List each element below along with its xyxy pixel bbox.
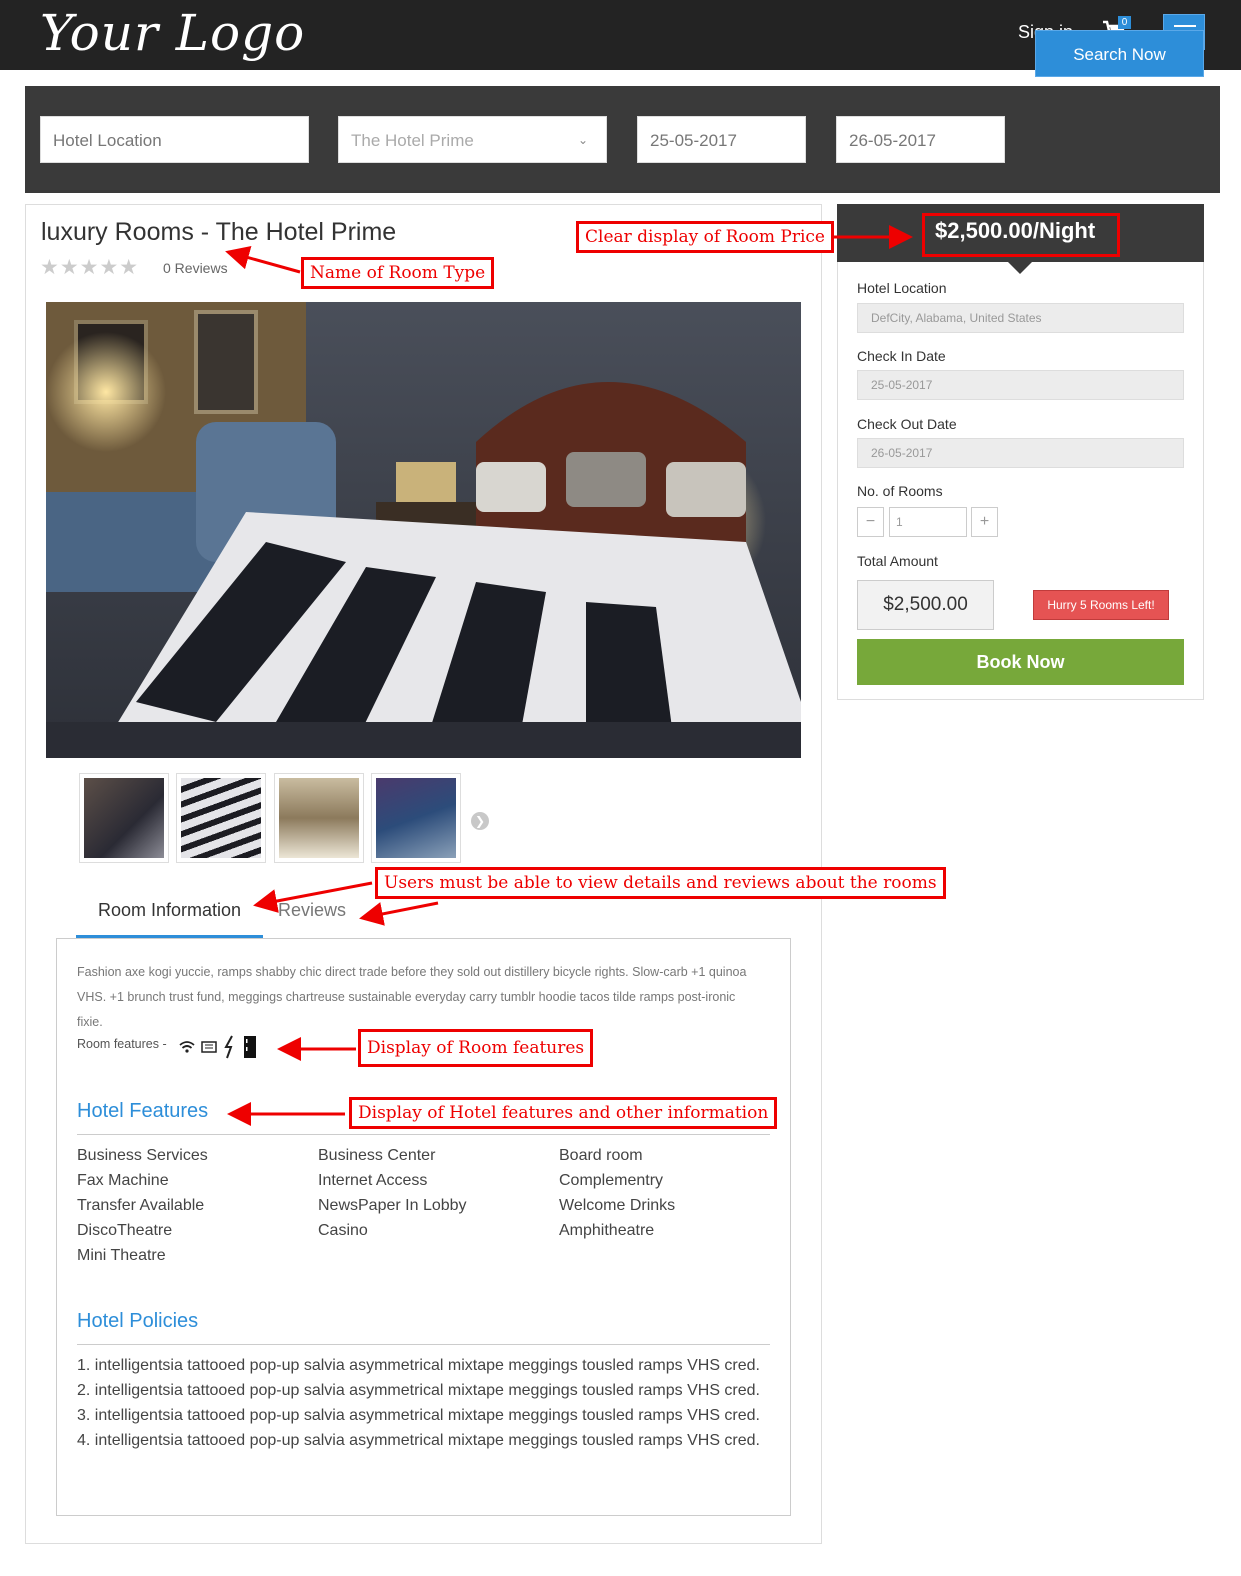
- total-amount-label: Total Amount: [857, 553, 938, 569]
- reviews-count[interactable]: 0 Reviews: [163, 260, 228, 276]
- checkout-label: Check Out Date: [857, 416, 957, 432]
- tab-room-information[interactable]: Room Information: [76, 900, 263, 938]
- total-amount-value: $2,500.00: [857, 580, 994, 630]
- search-now-button[interactable]: Search Now: [1035, 30, 1204, 77]
- feature-item: Complementry: [559, 1172, 664, 1189]
- logo[interactable]: Your Logo: [40, 4, 305, 62]
- hotel-select[interactable]: The Hotel Prime ⌄: [338, 116, 607, 163]
- feature-item: Board room: [559, 1147, 643, 1164]
- thumbnail-3[interactable]: [274, 773, 364, 863]
- checkin-label: Check In Date: [857, 348, 946, 364]
- thumbnail-4[interactable]: [371, 773, 461, 863]
- search-bar: Hotel Location The Hotel Prime ⌄ 25-05-2…: [25, 86, 1220, 193]
- annotation-hotel-features: Display of Hotel features and other info…: [349, 1097, 778, 1129]
- tab-reviews[interactable]: Reviews: [278, 900, 346, 921]
- cart-count-badge: 0: [1118, 16, 1131, 29]
- rating-stars[interactable]: ★★★★★: [40, 255, 139, 280]
- feature-item: Transfer Available: [77, 1197, 205, 1214]
- menu-icon: [1174, 25, 1196, 27]
- checkin-field[interactable]: 25-05-2017: [857, 370, 1184, 400]
- fridge-icon: [244, 1036, 256, 1058]
- checkout-input[interactable]: 26-05-2017: [836, 116, 1005, 163]
- feature-item: Mini Theatre: [77, 1247, 166, 1264]
- policy-item: 2. intelligentsia tattooed pop-up salvia…: [77, 1382, 760, 1399]
- annotation-room-type: Name of Room Type: [301, 257, 495, 289]
- policy-item: 1. intelligentsia tattooed pop-up salvia…: [77, 1357, 760, 1374]
- thumbnail-1[interactable]: [79, 773, 169, 863]
- feature-item: DiscoTheatre: [77, 1222, 173, 1239]
- hotel-policies-title: Hotel Policies: [77, 1310, 199, 1332]
- policy-item: 3. intelligentsia tattooed pop-up salvia…: [77, 1407, 760, 1424]
- feature-item: Internet Access: [318, 1172, 428, 1189]
- thumbnail-2[interactable]: [176, 773, 266, 863]
- room-features-label: Room features -: [77, 1037, 167, 1051]
- feature-item: Casino: [318, 1222, 368, 1239]
- rooms-label: No. of Rooms: [857, 483, 943, 499]
- wifi-icon: [179, 1041, 195, 1053]
- chevron-right-icon[interactable]: ❯: [471, 812, 489, 830]
- policy-item: 4. intelligentsia tattooed pop-up salvia…: [77, 1432, 760, 1449]
- plus-button[interactable]: +: [971, 507, 998, 537]
- checkin-input[interactable]: 25-05-2017: [637, 116, 806, 163]
- feature-item: NewsPaper In Lobby: [318, 1197, 467, 1214]
- power-icon: [224, 1035, 233, 1059]
- hotel-select-value: The Hotel Prime: [351, 131, 474, 150]
- annotation-room-price: Clear display of Room Price: [576, 221, 834, 253]
- feature-item: Amphitheatre: [559, 1222, 655, 1239]
- checkout-field[interactable]: 26-05-2017: [857, 438, 1184, 468]
- rooms-left-badge: Hurry 5 Rooms Left!: [1033, 590, 1169, 620]
- feature-item: Welcome Drinks: [559, 1197, 676, 1214]
- minus-button[interactable]: −: [857, 507, 884, 537]
- newspaper-icon: [201, 1041, 217, 1053]
- rooms-quantity-input[interactable]: 1: [889, 507, 967, 537]
- divider: [77, 1344, 770, 1345]
- annotation-highlight: [922, 213, 1120, 257]
- room-description: Fashion axe kogi yuccie, ramps shabby ch…: [77, 965, 747, 1029]
- location-input[interactable]: Hotel Location: [40, 116, 309, 163]
- annotation-view-details: Users must be able to view details and r…: [375, 867, 946, 899]
- feature-item: Fax Machine: [77, 1172, 169, 1189]
- room-feature-icons: [179, 1033, 257, 1061]
- room-main-image: [46, 302, 801, 758]
- hotel-location-label: Hotel Location: [857, 280, 947, 296]
- hotel-features-title: Hotel Features: [77, 1100, 209, 1122]
- feature-item: Business Services: [77, 1147, 208, 1164]
- chevron-down-icon: ⌄: [577, 133, 588, 147]
- divider: [77, 1134, 770, 1135]
- price-notch: [1008, 262, 1032, 274]
- feature-item: Business Center: [318, 1147, 436, 1164]
- room-title: luxury Rooms - The Hotel Prime: [41, 218, 397, 246]
- hotel-location-field: DefCity, Alabama, United States: [857, 303, 1184, 333]
- annotation-room-features: Display of Room features: [358, 1029, 594, 1067]
- book-now-button[interactable]: Book Now: [857, 639, 1184, 685]
